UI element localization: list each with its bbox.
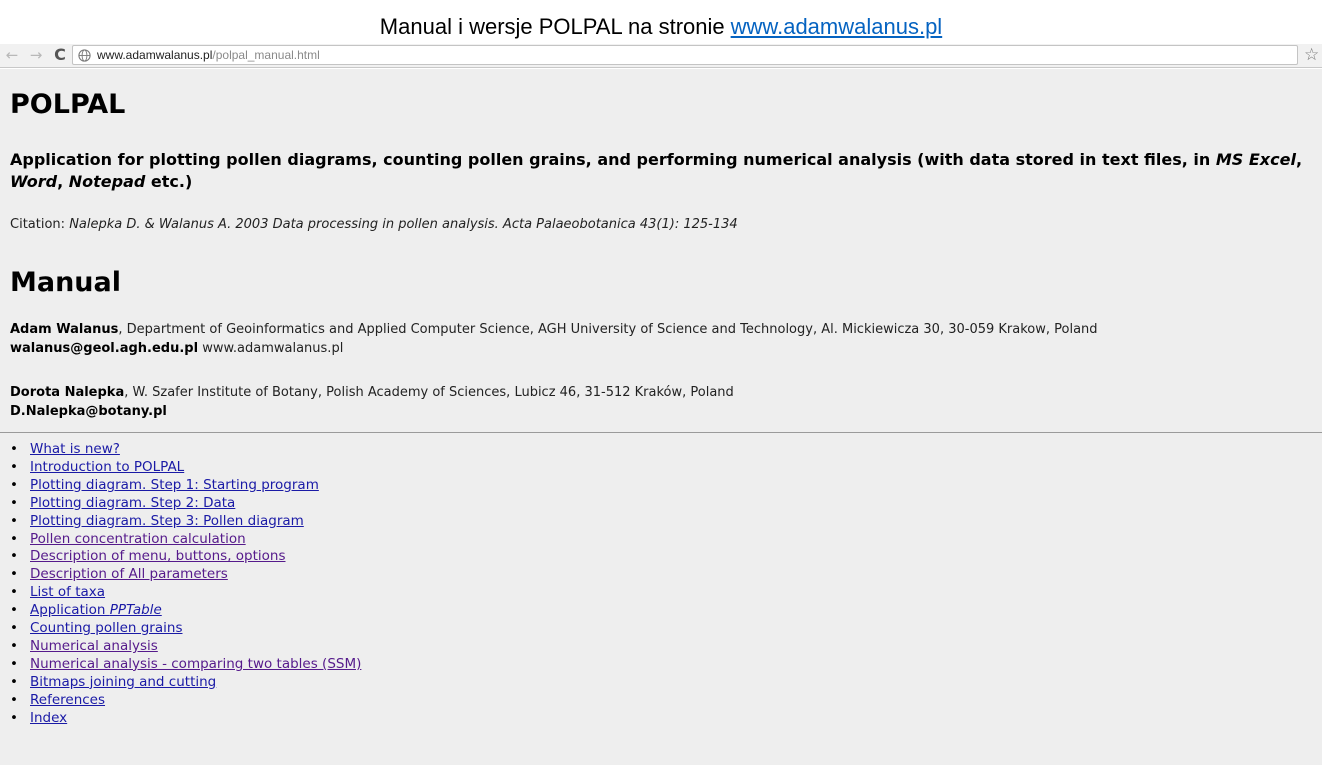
caption-text: Manual i wersje POLPAL na stronie [379, 14, 725, 39]
toc-link-pollen-concentration[interactable]: Pollen concentration calculation [30, 531, 246, 547]
manual-heading: Manual [10, 267, 122, 298]
url-text[interactable]: www.adamwalanus.pl/polpal_manual.html [97, 47, 320, 64]
toc-item: • Pollen concentration calculation [10, 531, 361, 549]
back-arrow-icon[interactable]: ← [3, 45, 21, 65]
bullet-icon: • [10, 637, 18, 654]
subtitle-separator: , [57, 172, 69, 191]
bookmark-star-icon[interactable]: ☆ [1304, 44, 1319, 66]
bullet-icon: • [10, 512, 18, 529]
browser-toolbar: ← → C www.adamwalanus.pl/polpal_manual.h… [0, 44, 1322, 68]
bullet-icon: • [10, 548, 18, 565]
author-email: D.Nalepka@botany.pl [10, 404, 167, 419]
forward-arrow-icon[interactable]: → [27, 45, 45, 65]
toc-link-counting-pollen[interactable]: Counting pollen grains [30, 620, 182, 636]
toc-link-plotting-step-1[interactable]: Plotting diagram. Step 1: Starting progr… [30, 477, 319, 493]
author-name: Adam Walanus [10, 322, 119, 337]
toc-item: • Description of All parameters [10, 566, 361, 584]
page-subtitle: Application for plotting pollen diagrams… [10, 149, 1322, 193]
author-name: Dorota Nalepka [10, 385, 125, 400]
toc-link-ssm[interactable]: Numerical analysis - comparing two table… [30, 656, 361, 672]
toc-item: • What is new? [10, 441, 361, 459]
horizontal-divider [0, 432, 1322, 433]
bullet-icon: • [10, 709, 18, 726]
address-bar[interactable]: www.adamwalanus.pl/polpal_manual.html [72, 45, 1298, 65]
author-affiliation: , W. Szafer Institute of Botany, Polish … [124, 385, 734, 400]
toc-link-text: Application [30, 602, 110, 619]
bullet-icon: • [10, 458, 18, 475]
bullet-icon: • [10, 530, 18, 547]
url-path: /polpal_manual.html [212, 48, 320, 62]
toc-link-what-is-new[interactable]: What is new? [30, 441, 120, 457]
toc-item: • Application PPTable [10, 602, 361, 620]
toc-link-plotting-step-3[interactable]: Plotting diagram. Step 3: Pollen diagram [30, 513, 304, 529]
toc-link-numerical-analysis[interactable]: Numerical analysis [30, 638, 158, 654]
reload-icon[interactable]: C [51, 45, 69, 65]
toc-item: • List of taxa [10, 584, 361, 602]
toc-link-italic: PPTable [109, 602, 162, 619]
globe-icon [78, 49, 91, 62]
page-title: POLPAL [10, 89, 126, 120]
toc-link-plotting-step-2[interactable]: Plotting diagram. Step 2: Data [30, 495, 235, 511]
toc-link-all-parameters[interactable]: Description of All parameters [30, 566, 228, 582]
bullet-icon: • [10, 441, 18, 457]
bullet-icon: • [10, 620, 18, 637]
citation-reference: Nalepka D. & Walanus A. 2003 Data proces… [69, 217, 738, 232]
toc-item: • Plotting diagram. Step 2: Data [10, 495, 361, 513]
bullet-icon: • [10, 584, 18, 601]
bullet-icon: • [10, 655, 18, 672]
bullet-icon: • [10, 602, 18, 619]
subtitle-word: Word [10, 172, 58, 191]
bullet-icon: • [10, 494, 18, 511]
toc-link-bitmaps[interactable]: Bitmaps joining and cutting [30, 674, 216, 690]
bullet-icon: • [10, 691, 18, 708]
toc-item: • Plotting diagram. Step 3: Pollen diagra… [10, 513, 361, 531]
toc-link-list-of-taxa[interactable]: List of taxa [30, 584, 105, 600]
subtitle-end: etc.) [145, 172, 193, 191]
subtitle-separator: , [1295, 150, 1303, 169]
screenshot-caption: Manual i wersje POLPAL na stronie www.ada… [0, 12, 1322, 42]
toc-item: • Introduction to POLPAL [10, 459, 361, 477]
table-of-contents: • What is new? • Introduction to POLPAL • P… [10, 441, 361, 728]
subtitle-text: Application for plotting pollen diagrams… [10, 150, 1216, 169]
toc-link-pptable[interactable]: Application PPTable [30, 602, 162, 618]
bullet-icon: • [10, 673, 18, 690]
author-website: www.adamwalanus.pl [198, 341, 344, 356]
author-block: Adam Walanus, Department of Geoinformati… [10, 320, 1098, 358]
toc-item: • Plotting diagram. Step 1: Starting prog… [10, 477, 361, 495]
toc-link-introduction[interactable]: Introduction to POLPAL [30, 459, 184, 475]
bullet-icon: • [10, 476, 18, 493]
toc-link-references[interactable]: References [30, 692, 105, 708]
toc-item: • Description of menu, buttons, options [10, 548, 361, 566]
author-affiliation: , Department of Geoinformatics and Appli… [118, 322, 1098, 337]
toc-item: • Bitmaps joining and cutting [10, 674, 361, 692]
toc-item: • Numerical analysis - comparing two tabl… [10, 656, 361, 674]
toc-item: • Numerical analysis [10, 638, 361, 656]
subtitle-ms-excel: MS Excel [1215, 150, 1296, 169]
citation: Citation: Nalepka D. & Walanus A. 2003 D… [10, 216, 738, 234]
author-block: Dorota Nalepka, W. Szafer Institute of B… [10, 383, 734, 421]
toc-item: • References [10, 692, 361, 710]
bullet-icon: • [10, 566, 18, 583]
caption-link[interactable]: www.adamwalanus.pl [731, 14, 943, 39]
toc-item: • Counting pollen grains [10, 620, 361, 638]
citation-label: Citation: [10, 217, 66, 232]
page-content: POLPAL Application for plotting pollen d… [0, 69, 1322, 765]
toc-item: • Index [10, 710, 361, 728]
url-host: www.adamwalanus.pl [97, 48, 213, 62]
author-email: walanus@geol.agh.edu.pl [10, 341, 199, 356]
subtitle-notepad: Notepad [68, 172, 146, 191]
toc-link-menu-description[interactable]: Description of menu, buttons, options [30, 548, 286, 564]
toc-link-index[interactable]: Index [30, 710, 67, 726]
